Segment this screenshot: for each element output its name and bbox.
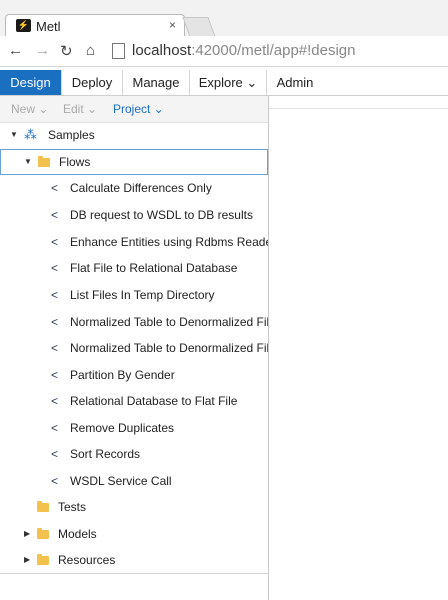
- tree-node-resources[interactable]: ▶ Resources: [0, 547, 268, 573]
- flow-share-icon: <: [51, 421, 59, 435]
- tree-node-flow[interactable]: < DB request to WSDL to DB results: [0, 202, 268, 228]
- flow-label: Normalized Table to Denormalized File: [70, 341, 268, 355]
- app-menubar: Design Deploy Manage Explore ⌄ Admin: [0, 70, 448, 96]
- edit-menu[interactable]: Edit ⌄: [63, 102, 97, 116]
- tree-node-samples[interactable]: ▼ ⁂ Samples: [0, 122, 268, 148]
- tree-label-resources: Resources: [58, 553, 116, 567]
- tree-node-flow[interactable]: < Partition By Gender: [0, 362, 268, 388]
- flow-share-icon: <: [51, 447, 59, 461]
- flow-label: Normalized Table to Denormalized File: [70, 315, 268, 329]
- tree-node-flow[interactable]: < Flat File to Relational Database: [0, 255, 268, 281]
- flow-share-icon: <: [51, 235, 59, 249]
- back-icon[interactable]: ←: [8, 42, 23, 59]
- browser-tabstrip: ⚡ Metl ×: [0, 0, 448, 37]
- reload-icon[interactable]: ↻: [60, 42, 73, 60]
- flow-share-icon: <: [51, 315, 59, 329]
- flow-label: WSDL Service Call: [70, 474, 172, 488]
- tree-node-flow[interactable]: < WSDL Service Call: [0, 468, 268, 494]
- menu-manage[interactable]: Manage: [123, 70, 190, 95]
- expanded-arrow-icon[interactable]: ▼: [24, 150, 32, 174]
- flow-share-icon: <: [51, 368, 59, 382]
- menu-admin[interactable]: Admin: [267, 70, 323, 95]
- tab-title: Metl: [36, 19, 61, 34]
- flow-share-icon: <: [51, 288, 59, 302]
- flow-label: Relational Database to Flat File: [70, 394, 238, 408]
- panel-divider: [0, 573, 268, 574]
- flow-label: Sort Records: [70, 447, 141, 461]
- collapsed-arrow-icon[interactable]: ▶: [24, 547, 30, 573]
- flow-share-icon: <: [51, 474, 59, 488]
- flow-label: Calculate Differences Only: [70, 181, 212, 195]
- flow-label: Flat File to Relational Database: [70, 261, 238, 275]
- project-navigator: New ⌄ Edit ⌄ Project ⌄ ▼ ⁂ Samples ▼ Flo…: [0, 96, 269, 600]
- address-bar[interactable]: localhost:42000/metl/app#!design: [112, 41, 448, 61]
- menu-deploy[interactable]: Deploy: [62, 70, 123, 95]
- tree-label-models: Models: [58, 527, 97, 541]
- new-menu[interactable]: New ⌄: [11, 102, 48, 116]
- metl-favicon-icon: ⚡: [16, 19, 31, 32]
- collapsed-arrow-icon[interactable]: ▶: [24, 521, 30, 547]
- flow-share-icon: <: [51, 181, 59, 195]
- menu-design[interactable]: Design: [0, 70, 62, 95]
- tree-node-flow[interactable]: < Normalized Table to Denormalized File: [0, 335, 268, 361]
- project-icon: ⁂: [24, 127, 37, 142]
- home-icon[interactable]: ⌂: [86, 42, 95, 59]
- tree-label-samples: Samples: [48, 128, 95, 142]
- tree-label-flows: Flows: [59, 155, 91, 169]
- menu-explore[interactable]: Explore ⌄: [190, 70, 267, 95]
- folder-icon: [37, 501, 49, 512]
- tree-node-flow[interactable]: < Calculate Differences Only: [0, 175, 268, 201]
- url-text: localhost:42000/metl/app#!design: [132, 41, 356, 61]
- tree-node-flow[interactable]: < Sort Records: [0, 441, 268, 467]
- project-menu[interactable]: Project ⌄: [113, 102, 164, 116]
- tree-node-flow[interactable]: < Remove Duplicates: [0, 415, 268, 441]
- browser-toolbar: ← → ↻ ⌂ localhost:42000/metl/app#!design: [0, 36, 448, 67]
- page-icon: [112, 43, 125, 59]
- tree-node-flows[interactable]: ▼ Flows: [0, 149, 268, 175]
- flow-label: List Files In Temp Directory: [70, 288, 215, 302]
- tree-node-flow[interactable]: < Normalized Table to Denormalized File: [0, 309, 268, 335]
- tree-node-tests[interactable]: Tests: [0, 494, 268, 520]
- folder-icon: [38, 156, 50, 167]
- flow-share-icon: <: [51, 208, 59, 222]
- url-path: :42000/metl/app#!design: [191, 42, 356, 59]
- flow-share-icon: <: [51, 261, 59, 275]
- forward-icon[interactable]: →: [35, 42, 50, 59]
- flow-label: Remove Duplicates: [70, 421, 175, 435]
- flow-label: Enhance Entities using Rdbms Reader: [70, 235, 268, 249]
- browser-tab[interactable]: ⚡ Metl ×: [5, 14, 185, 37]
- tab-close-icon[interactable]: ×: [169, 18, 176, 32]
- url-host: localhost: [132, 42, 192, 59]
- expanded-arrow-icon[interactable]: ▼: [10, 122, 18, 148]
- tree-node-flow[interactable]: < List Files In Temp Directory: [0, 282, 268, 308]
- tree-node-models[interactable]: ▶ Models: [0, 521, 268, 547]
- folder-icon: [37, 554, 49, 565]
- tree-node-flow[interactable]: < Enhance Entities using Rdbms Reader: [0, 229, 268, 255]
- flow-share-icon: <: [51, 394, 59, 408]
- tree-label-tests: Tests: [58, 500, 87, 514]
- flow-share-icon: <: [51, 341, 59, 355]
- content-divider: [269, 108, 448, 109]
- flow-label: DB request to WSDL to DB results: [70, 208, 253, 222]
- new-tab-button[interactable]: [182, 17, 216, 37]
- flow-label: Partition By Gender: [70, 368, 175, 382]
- folder-icon: [37, 528, 49, 539]
- navigator-toolbar: New ⌄ Edit ⌄ Project ⌄: [0, 96, 268, 123]
- tree-node-flow[interactable]: < Relational Database to Flat File: [0, 388, 268, 414]
